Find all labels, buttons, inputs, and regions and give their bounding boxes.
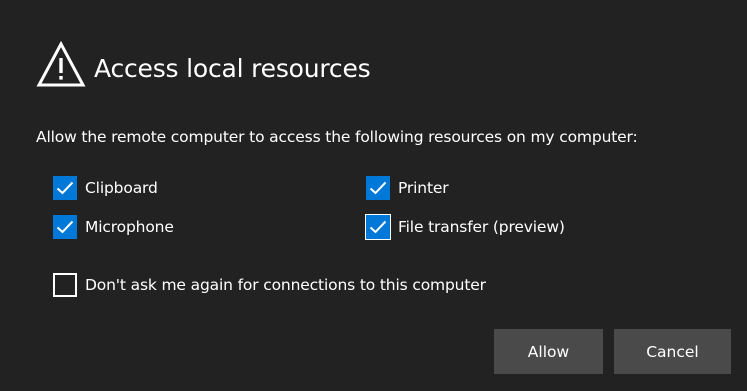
cancel-button[interactable]: Cancel — [614, 329, 731, 374]
checkmark-icon — [56, 220, 74, 234]
checkbox-box[interactable] — [365, 214, 391, 240]
checkbox-box[interactable] — [53, 273, 77, 297]
dialog-prompt: Allow the remote computer to access the … — [36, 128, 638, 146]
checkbox-box[interactable] — [366, 176, 390, 200]
checkmark-icon — [56, 181, 74, 195]
file-transfer-checkbox[interactable]: File transfer (preview) — [365, 214, 565, 240]
checkbox-box[interactable] — [53, 215, 77, 239]
checkbox-box[interactable] — [53, 176, 77, 200]
warning-icon — [36, 41, 86, 87]
checkmark-icon — [369, 181, 387, 195]
file-transfer-label: File transfer (preview) — [398, 218, 565, 236]
microphone-label: Microphone — [85, 218, 174, 236]
allow-button[interactable]: Allow — [494, 329, 603, 374]
access-local-resources-dialog: Access local resources Allow the remote … — [0, 0, 747, 391]
printer-checkbox[interactable]: Printer — [366, 175, 449, 201]
clipboard-checkbox[interactable]: Clipboard — [53, 175, 158, 201]
dialog-title: Access local resources — [94, 54, 371, 83]
dont-ask-again-checkbox[interactable]: Don't ask me again for connections to th… — [53, 272, 486, 298]
microphone-checkbox[interactable]: Microphone — [53, 214, 174, 240]
printer-label: Printer — [398, 179, 449, 197]
dont-ask-again-label: Don't ask me again for connections to th… — [85, 276, 486, 294]
checkmark-icon — [369, 220, 387, 234]
clipboard-label: Clipboard — [85, 179, 158, 197]
